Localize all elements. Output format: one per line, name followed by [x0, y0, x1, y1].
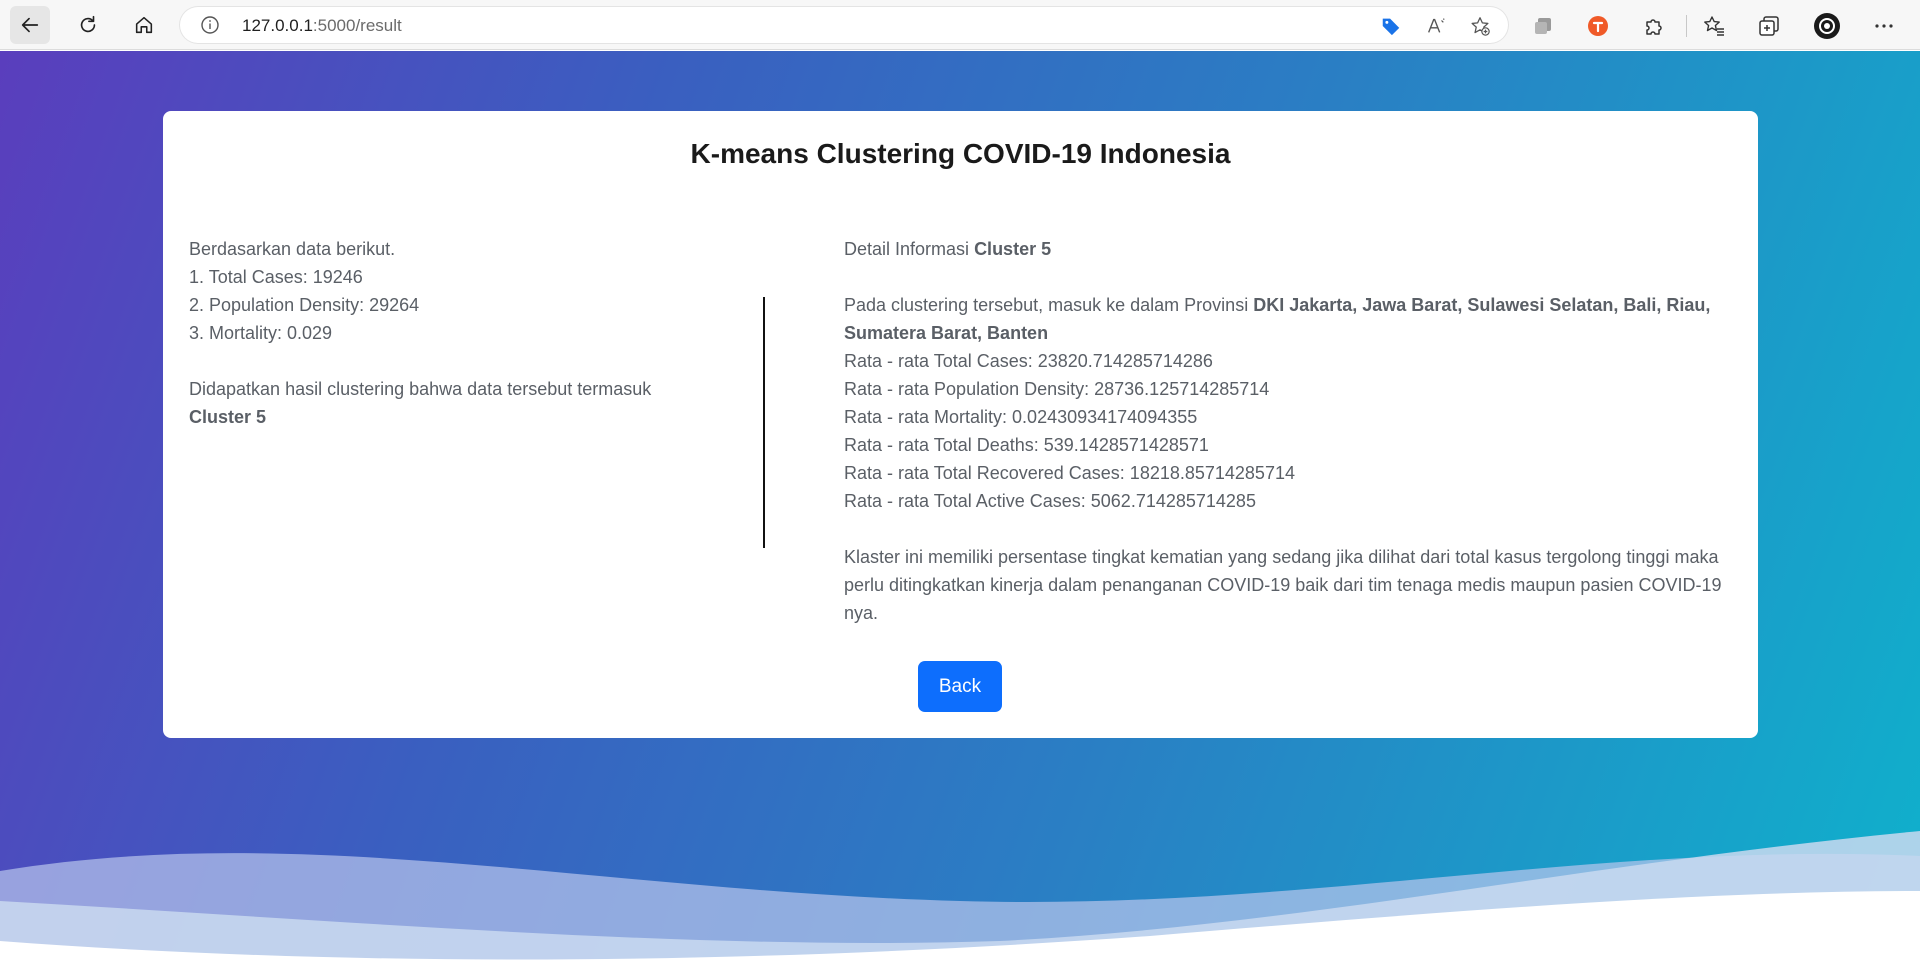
- collections-gray-icon[interactable]: [1530, 12, 1558, 40]
- detail-heading: Detail Informasi Cluster 5: [844, 235, 1724, 263]
- read-aloud-icon[interactable]: [1425, 15, 1447, 37]
- extension-orange-icon[interactable]: [1584, 12, 1612, 40]
- stat-total-recovered: Rata - rata Total Recovered Cases: 18218…: [844, 463, 1295, 483]
- input-intro: Berdasarkan data berikut.: [189, 239, 396, 259]
- refresh-icon: [80, 15, 96, 33]
- profile-avatar-icon[interactable]: [1813, 12, 1841, 40]
- back-button[interactable]: Back: [918, 661, 1002, 712]
- cluster-detail: Detail Informasi Cluster 5 Pada clusteri…: [844, 235, 1724, 627]
- refresh-button[interactable]: [68, 6, 108, 44]
- wave-decoration: [0, 831, 1920, 977]
- toolbar-separator: [1686, 15, 1687, 37]
- page-title: K-means Clustering COVID-19 Indonesia: [690, 138, 1231, 169]
- address-bar[interactable]: 127.0.0.1:5000/result: [180, 7, 1508, 43]
- input-item-total-cases: 1. Total Cases: 19246: [189, 267, 363, 287]
- detail-heading-prefix: Detail Informasi: [844, 239, 970, 259]
- detail-heading-cluster: Cluster 5: [974, 239, 1052, 259]
- favorites-icon[interactable]: [1700, 12, 1728, 40]
- price-tag-icon[interactable]: [1380, 15, 1402, 37]
- url-path: :5000/result: [312, 16, 402, 35]
- home-icon: [135, 16, 153, 34]
- stat-total-active: Rata - rata Total Active Cases: 5062.714…: [844, 491, 1256, 511]
- home-button[interactable]: [124, 6, 164, 44]
- url-text[interactable]: 127.0.0.1:5000/result: [242, 16, 402, 36]
- input-item-population-density: 2. Population Density: 29264: [189, 295, 420, 315]
- arrow-left-icon: [21, 17, 39, 33]
- browser-toolbar: 127.0.0.1:5000/result: [0, 0, 1920, 50]
- back-nav-button[interactable]: [10, 6, 50, 44]
- stat-population-density: Rata - rata Population Density: 28736.12…: [844, 379, 1270, 399]
- favorite-add-icon[interactable]: [1469, 15, 1491, 37]
- extensions-puzzle-icon[interactable]: [1640, 12, 1668, 40]
- stat-mortality: Rata - rata Mortality: 0.024309341740943…: [844, 407, 1198, 427]
- result-cluster: Cluster 5: [189, 407, 267, 427]
- more-menu-icon[interactable]: [1870, 12, 1898, 40]
- stat-total-cases: Rata - rata Total Cases: 23820.714285714…: [844, 351, 1213, 371]
- stat-total-deaths: Rata - rata Total Deaths: 539.1428571428…: [844, 435, 1209, 455]
- cluster-conclusion: Klaster ini memiliki persentase tingkat …: [844, 547, 1722, 623]
- collections-icon[interactable]: [1755, 12, 1783, 40]
- input-summary: Berdasarkan data berikut. 1. Total Cases…: [189, 235, 709, 431]
- url-host: 127.0.0.1: [242, 16, 313, 35]
- info-icon[interactable]: [200, 15, 220, 35]
- column-divider: [763, 297, 765, 548]
- result-text: Didapatkan hasil clustering bahwa data t…: [189, 379, 652, 399]
- page-background: K-means Clustering COVID-19 Indonesia Be…: [0, 51, 1920, 977]
- provinces-prefix: Pada clustering tersebut, masuk ke dalam…: [844, 295, 1249, 315]
- result-card: K-means Clustering COVID-19 Indonesia Be…: [163, 111, 1758, 738]
- provinces-text: Pada clustering tersebut, masuk ke dalam…: [844, 291, 1724, 347]
- input-item-mortality: 3. Mortality: 0.029: [189, 323, 333, 343]
